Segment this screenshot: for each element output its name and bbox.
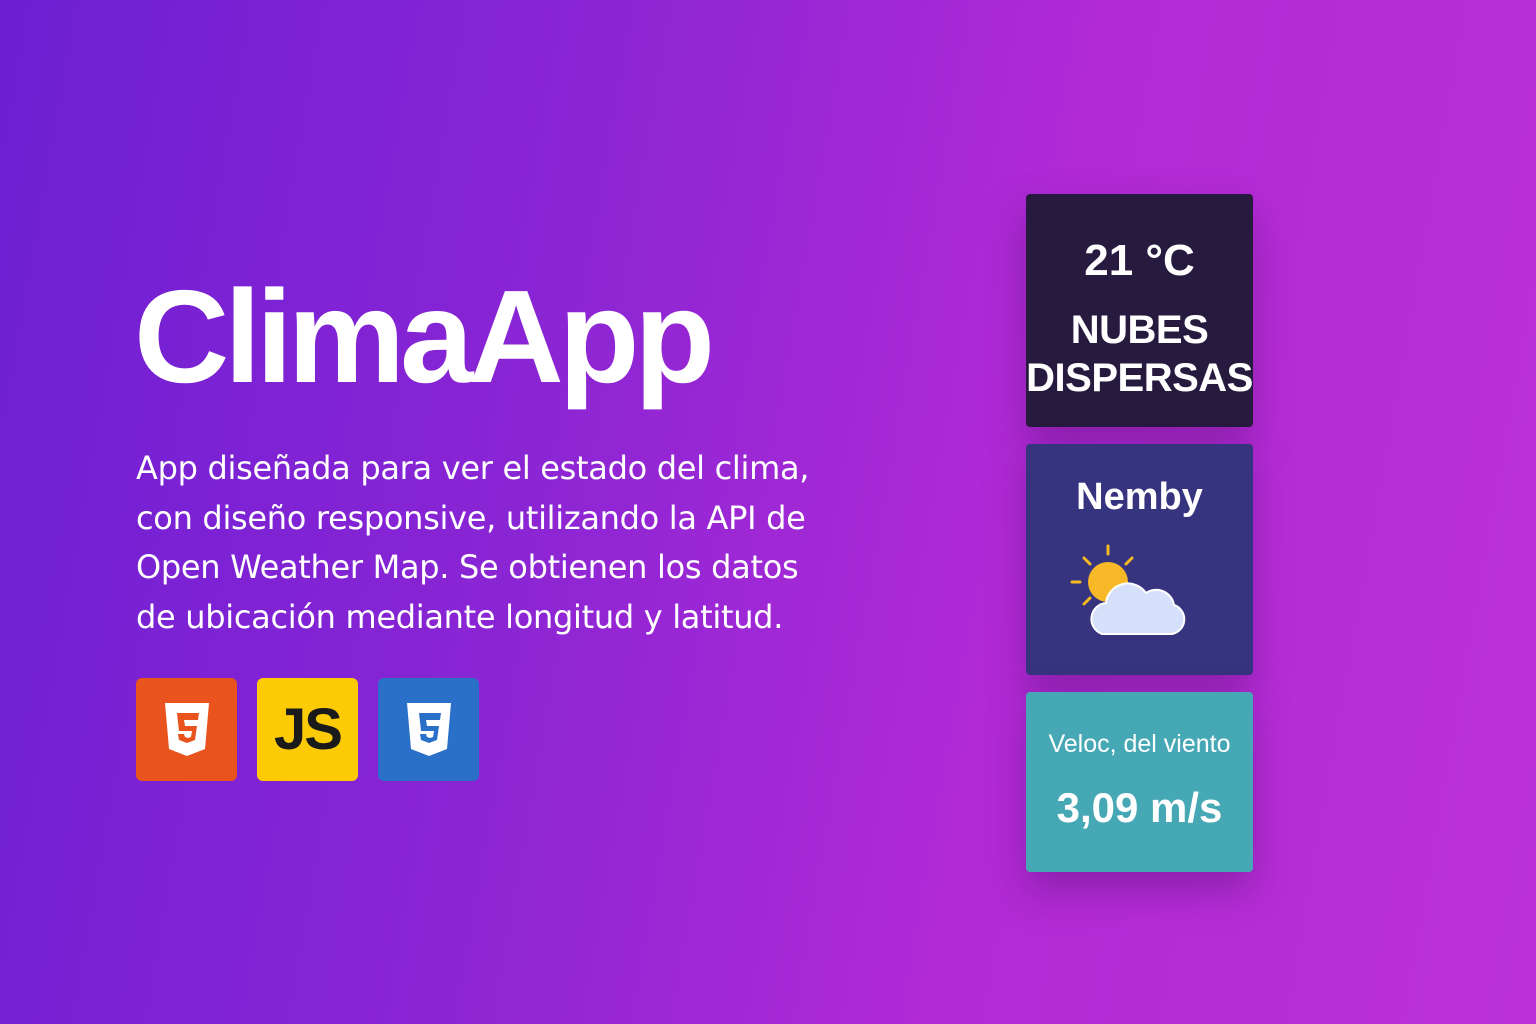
description-line: con diseño responsive, utilizando la API… [136,498,806,537]
wind-card: Veloc, del viento 3,09 m/s [1026,692,1253,872]
js-label: JS [274,697,343,762]
location-card: Nemby [1026,444,1253,675]
javascript-icon: JS [257,678,358,781]
temperature: 21 °C [1084,236,1195,285]
condition-line: DISPERSAS [1026,356,1253,400]
condition-line: NUBES [1070,308,1209,352]
app-description: App diseñada para ver el estado del clim… [136,444,809,642]
wind-label: Veloc, del viento [1048,730,1231,758]
temperature-card: 21 °C NUBES DISPERSAS [1026,194,1253,427]
wind-speed: 3,09 m/s [1056,784,1223,831]
partly-cloudy-icon [1070,544,1186,635]
html5-icon [136,678,237,781]
description-line: Open Weather Map. Se obtienen los datos [136,548,799,586]
city-name: Nemby [1076,476,1203,518]
css3-icon [378,678,479,781]
tech-stack: JS [136,678,479,781]
description-line: de ubicación mediante longitud y latitud… [136,597,784,636]
weather-condition: NUBES DISPERSAS [1026,306,1253,402]
description-line: App diseñada para ver el estado del clim… [136,449,810,487]
app-title: ClimaApp [134,263,715,410]
